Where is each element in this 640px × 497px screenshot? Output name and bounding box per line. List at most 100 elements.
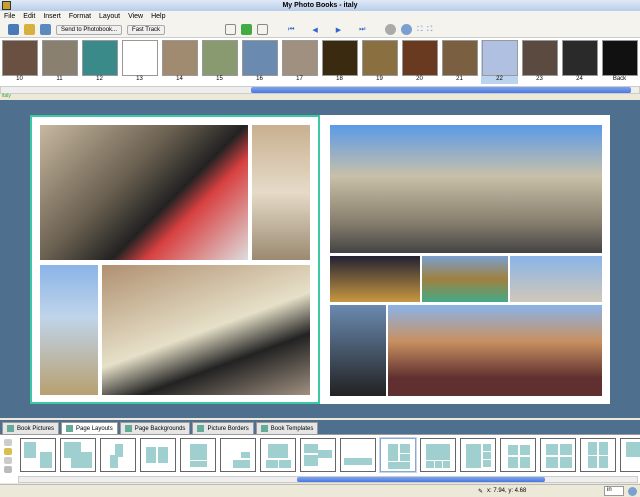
scroll-thumb[interactable] bbox=[297, 477, 545, 482]
layout-frame bbox=[546, 456, 558, 468]
page-layouts-panel bbox=[0, 434, 640, 483]
menu-format[interactable]: Format bbox=[69, 11, 91, 22]
fit-icon[interactable]: ⛶ bbox=[417, 26, 422, 34]
layout-frame bbox=[39, 451, 52, 468]
page-thumbnail[interactable]: 11 bbox=[41, 40, 78, 84]
page-thumbnail[interactable]: 18 bbox=[321, 40, 358, 84]
last-page-icon[interactable]: ⏭ bbox=[359, 26, 365, 34]
tab-picture-borders[interactable]: Picture Borders bbox=[192, 422, 254, 434]
page-thumbnail[interactable]: 13 bbox=[121, 40, 158, 84]
page-thumbnail[interactable]: 23 bbox=[521, 40, 558, 84]
photo[interactable] bbox=[510, 256, 602, 302]
thumbnail-image bbox=[41, 40, 78, 76]
thumbnail-image bbox=[281, 40, 318, 76]
page-thumbnail[interactable]: Back bbox=[601, 40, 638, 84]
pointer-icon[interactable] bbox=[225, 24, 237, 35]
layout-option[interactable] bbox=[260, 438, 296, 472]
page-thumbnail[interactable]: 24 bbox=[561, 40, 598, 84]
tab-book-templates[interactable]: Book Templates bbox=[255, 422, 319, 434]
unit-select[interactable]: in bbox=[604, 486, 624, 496]
layout-option[interactable] bbox=[580, 438, 616, 472]
photo[interactable] bbox=[330, 256, 420, 302]
selected-page-outline[interactable] bbox=[30, 115, 320, 404]
menu-view[interactable]: View bbox=[128, 11, 143, 22]
page-thumbnail[interactable]: 16 bbox=[241, 40, 278, 84]
page-thumbnail[interactable]: 22 bbox=[481, 40, 518, 84]
layout-option[interactable] bbox=[100, 438, 136, 472]
status-bar: ✎ x: 7.94, y: 4.68 in bbox=[0, 484, 640, 497]
layout-option[interactable] bbox=[460, 438, 496, 472]
photo[interactable] bbox=[422, 256, 508, 302]
tab-label: Page Layouts bbox=[76, 425, 113, 432]
scroll-thumb[interactable] bbox=[251, 87, 631, 93]
page-thumbnail[interactable]: 15 bbox=[201, 40, 238, 84]
menu-layout[interactable]: Layout bbox=[99, 11, 120, 22]
next-page-icon[interactable]: ▶ bbox=[336, 26, 341, 34]
page-thumbnail[interactable]: 10 bbox=[1, 40, 38, 84]
tab-page-backgrounds[interactable]: Page Backgrounds bbox=[119, 422, 191, 434]
page-thumbnail[interactable]: 12 bbox=[81, 40, 118, 84]
layout-tool-icon[interactable] bbox=[4, 466, 12, 473]
page-thumbnail[interactable]: 21 bbox=[441, 40, 478, 84]
layout-frame bbox=[189, 452, 207, 461]
first-page-icon[interactable]: ⏮ bbox=[288, 26, 294, 34]
tab-icon bbox=[124, 425, 132, 432]
prev-page-icon[interactable]: ◀ bbox=[312, 26, 317, 34]
fullscreen-icon[interactable]: ⛶ bbox=[427, 26, 432, 34]
new-book-icon[interactable] bbox=[8, 24, 19, 35]
layout-option[interactable] bbox=[620, 438, 640, 472]
layout-option[interactable] bbox=[340, 438, 376, 472]
photo[interactable] bbox=[330, 305, 386, 396]
page-thumbnail[interactable]: 14 bbox=[161, 40, 198, 84]
info-icon[interactable] bbox=[628, 487, 637, 496]
page-thumbnail[interactable]: 20 bbox=[401, 40, 438, 84]
thumbnail-image bbox=[121, 40, 158, 76]
layouts-scrollbar[interactable] bbox=[18, 476, 638, 483]
app-icon[interactable] bbox=[2, 1, 11, 10]
layout-option[interactable] bbox=[300, 438, 336, 472]
layout-option[interactable] bbox=[500, 438, 536, 472]
page-thumbnail[interactable]: 19 bbox=[361, 40, 398, 84]
menu-bar: File Edit Insert Format Layout View Help bbox=[0, 11, 640, 22]
layout-option[interactable] bbox=[540, 438, 576, 472]
layout-tool-icon[interactable] bbox=[4, 448, 12, 455]
send-to-photobook-button[interactable]: Send to Photobook... bbox=[56, 24, 123, 35]
layout-tool-icon[interactable] bbox=[4, 439, 12, 446]
tab-page-layouts[interactable]: Page Layouts bbox=[61, 422, 118, 434]
layout-frame bbox=[189, 461, 207, 468]
layout-option[interactable] bbox=[20, 438, 56, 472]
photo[interactable] bbox=[330, 125, 602, 253]
thumbnail-label: 13 bbox=[136, 76, 143, 82]
save-icon[interactable] bbox=[40, 24, 51, 35]
add-picture-icon[interactable] bbox=[241, 24, 253, 35]
thumbnail-label: 23 bbox=[536, 76, 543, 82]
layout-frame bbox=[507, 456, 518, 468]
fast-track-button[interactable]: Fast Track bbox=[127, 24, 166, 35]
layout-frame bbox=[519, 445, 530, 455]
zoom-in-icon[interactable] bbox=[401, 24, 413, 35]
layout-frame bbox=[318, 450, 332, 459]
menu-insert[interactable]: Insert bbox=[43, 11, 61, 22]
zoom-out-icon[interactable] bbox=[385, 24, 397, 35]
layout-frame bbox=[587, 455, 598, 469]
layout-option[interactable] bbox=[220, 438, 256, 472]
thumbnail-scrollbar[interactable] bbox=[0, 86, 640, 94]
tab-book-pictures[interactable]: Book Pictures bbox=[2, 422, 60, 434]
menu-edit[interactable]: Edit bbox=[23, 11, 35, 22]
page-thumbnail[interactable]: 17 bbox=[281, 40, 318, 84]
layout-option[interactable] bbox=[60, 438, 96, 472]
photo[interactable] bbox=[388, 305, 602, 396]
edit-icon[interactable] bbox=[24, 24, 35, 35]
menu-file[interactable]: File bbox=[4, 11, 15, 22]
layout-tool-icon[interactable] bbox=[4, 457, 12, 464]
layout-option[interactable] bbox=[180, 438, 216, 472]
thumbnail-label: 14 bbox=[176, 76, 183, 82]
layout-option[interactable] bbox=[420, 438, 456, 472]
layout-option[interactable] bbox=[380, 438, 416, 472]
layout-option[interactable] bbox=[140, 438, 176, 472]
thumbnail-label: Back bbox=[612, 76, 627, 82]
text-icon[interactable] bbox=[257, 24, 269, 35]
layout-frame bbox=[387, 443, 398, 462]
menu-help[interactable]: Help bbox=[151, 11, 165, 22]
layout-frame bbox=[304, 443, 318, 454]
